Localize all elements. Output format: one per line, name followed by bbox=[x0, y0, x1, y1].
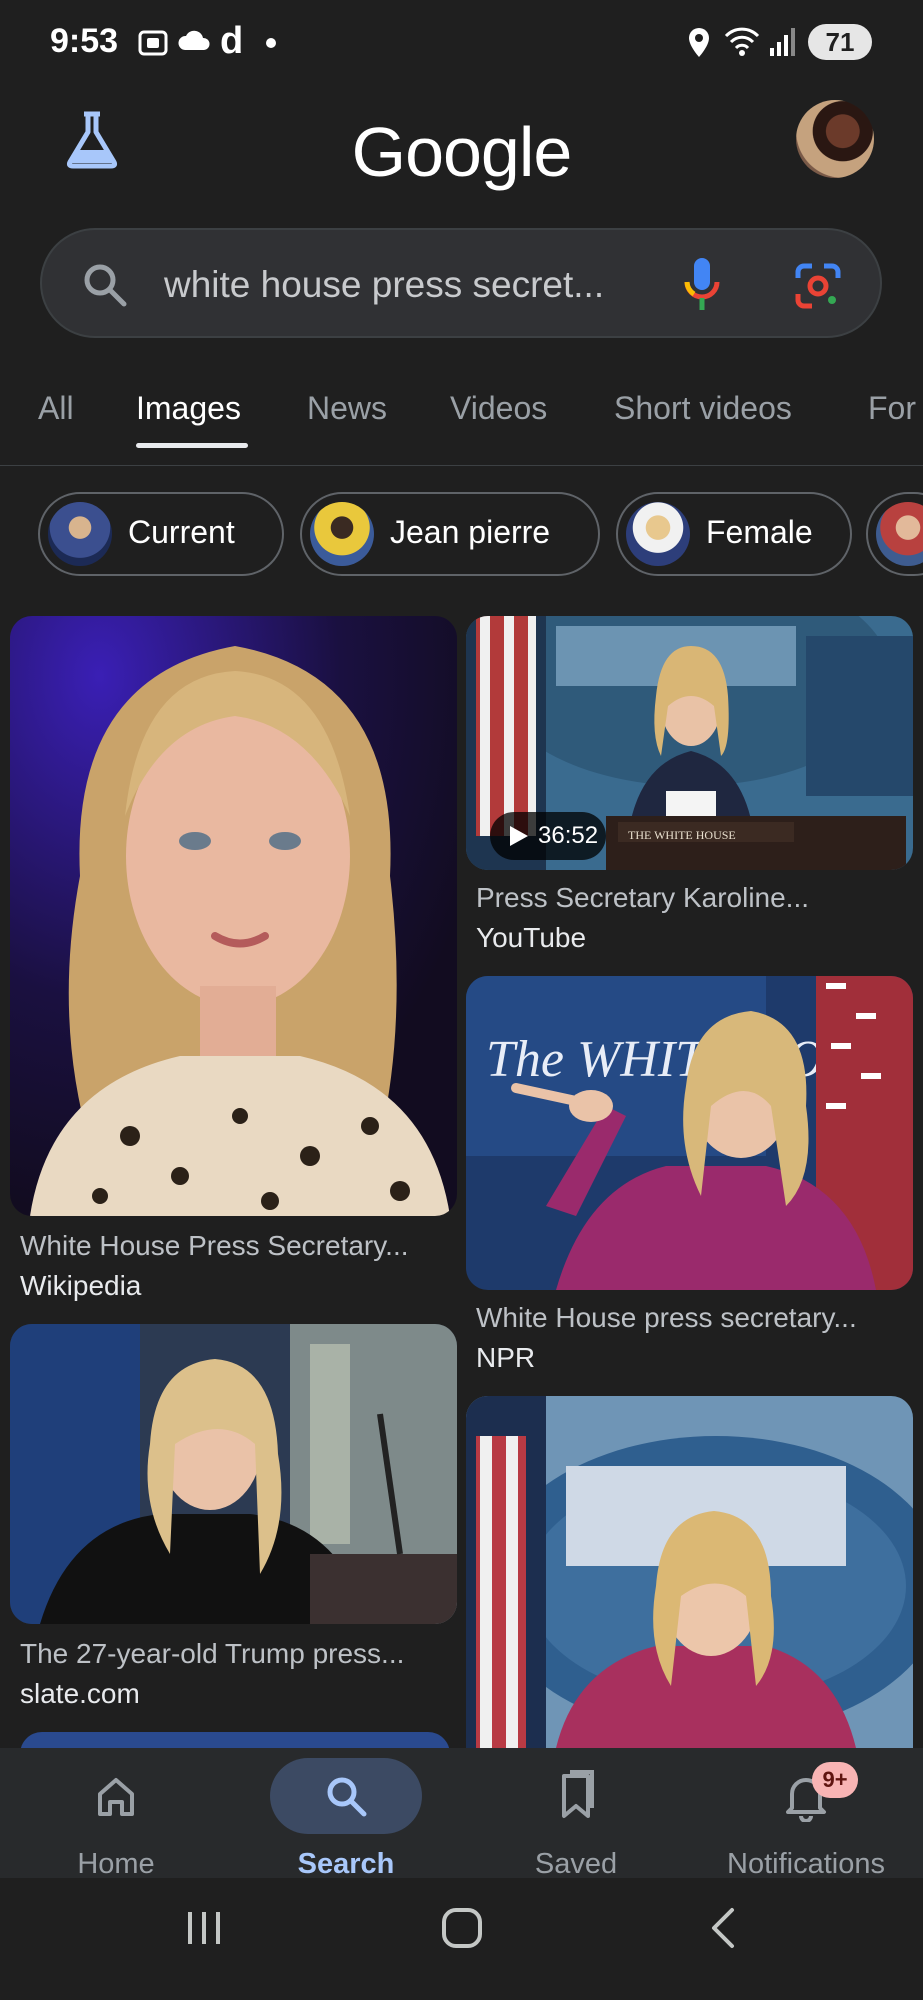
google-lens-icon[interactable] bbox=[794, 262, 842, 310]
tab-videos[interactable]: Videos bbox=[450, 390, 547, 427]
nav-notifications[interactable]: Notifications bbox=[706, 1748, 906, 1880]
result-1-title[interactable]: White House Press Secretary... bbox=[20, 1230, 409, 1262]
result-image-1[interactable] bbox=[10, 616, 457, 1216]
signal-icon bbox=[770, 28, 795, 56]
podium-photo bbox=[466, 1396, 913, 1748]
search-tabs: All Images News Videos Short videos For bbox=[0, 390, 923, 450]
portrait-photo bbox=[10, 616, 457, 1216]
chip-jean-pierre[interactable]: Jean pierre bbox=[300, 492, 600, 576]
tab-images[interactable]: Images bbox=[136, 390, 241, 427]
result-3-source[interactable]: NPR bbox=[476, 1342, 535, 1374]
nav-home[interactable]: Home bbox=[16, 1748, 216, 1880]
search-query[interactable]: white house press secret... bbox=[164, 264, 604, 306]
tab-forums[interactable]: For bbox=[868, 390, 916, 427]
nav-search[interactable]: Search bbox=[246, 1748, 446, 1880]
battery-level: 71 bbox=[825, 26, 855, 57]
chip-female-thumbnail bbox=[626, 502, 690, 566]
profile-photo bbox=[10, 1324, 457, 1624]
result-4-source[interactable]: slate.com bbox=[20, 1678, 140, 1710]
result-4-title[interactable]: The 27-year-old Trump press... bbox=[20, 1638, 404, 1670]
result-2-source[interactable]: YouTube bbox=[476, 922, 586, 954]
podium-sign-decoration: THE WHITE HOUSE bbox=[628, 828, 736, 842]
status-time: 9:53 bbox=[50, 22, 119, 60]
nav-saved-label: Saved bbox=[534, 1848, 618, 1880]
recent-apps-icon[interactable] bbox=[184, 1908, 224, 1948]
home-icon bbox=[98, 1778, 134, 1816]
search-icon bbox=[327, 1777, 367, 1817]
chip-jean-pierre-thumbnail bbox=[310, 502, 374, 566]
video-duration-badge: 36:52 bbox=[490, 812, 606, 860]
tabs-divider bbox=[0, 465, 923, 466]
chip-more-thumbnail bbox=[876, 502, 923, 566]
screenshot-icon bbox=[138, 30, 168, 56]
chip-current-thumbnail bbox=[48, 502, 112, 566]
chip-current[interactable]: Current bbox=[38, 492, 284, 576]
account-avatar[interactable] bbox=[796, 100, 874, 178]
battery-indicator: 71 bbox=[808, 24, 872, 60]
chip-more[interactable] bbox=[866, 492, 923, 576]
search-icon bbox=[84, 264, 127, 307]
result-image-5[interactable] bbox=[466, 1396, 913, 1748]
chip-female[interactable]: Female bbox=[616, 492, 852, 576]
system-navigation-bar bbox=[0, 1878, 923, 2000]
location-icon bbox=[689, 28, 709, 57]
result-2-title[interactable]: Press Secretary Karoline... bbox=[476, 882, 809, 914]
dot-icon bbox=[266, 38, 276, 48]
notification-badge: 9+ bbox=[812, 1762, 858, 1798]
video-duration: 36:52 bbox=[538, 822, 599, 849]
nav-home-label: Home bbox=[77, 1848, 155, 1880]
active-tab-indicator bbox=[136, 443, 248, 448]
nav-search-label: Search bbox=[297, 1848, 395, 1880]
tab-all[interactable]: All bbox=[38, 390, 74, 427]
google-logo: Google bbox=[351, 113, 573, 191]
nav-saved[interactable]: Saved bbox=[476, 1748, 676, 1880]
search-bar[interactable]: white house press secret... bbox=[40, 228, 882, 338]
back-icon[interactable] bbox=[706, 1906, 738, 1950]
cloud-icon bbox=[178, 30, 210, 50]
home-button-icon[interactable] bbox=[440, 1906, 484, 1950]
nav-notifications-label: Notifications bbox=[727, 1848, 885, 1880]
chip-jean-pierre-label: Jean pierre bbox=[390, 514, 551, 550]
play-icon bbox=[510, 826, 528, 846]
result-1-source[interactable]: Wikipedia bbox=[20, 1270, 141, 1302]
app-d-icon: d bbox=[220, 20, 244, 62]
result-image-4[interactable] bbox=[10, 1324, 457, 1624]
microphone-icon[interactable] bbox=[682, 256, 722, 314]
wifi-icon bbox=[724, 27, 760, 56]
chip-current-label: Current bbox=[128, 514, 235, 550]
briefing-photo: The WHITE HOUS bbox=[466, 976, 913, 1290]
chip-female-label: Female bbox=[706, 514, 813, 550]
bookmark-icon bbox=[562, 1770, 594, 1818]
tab-short-videos[interactable]: Short videos bbox=[614, 390, 792, 427]
result-3-title[interactable]: White House press secretary... bbox=[476, 1302, 857, 1334]
tab-news[interactable]: News bbox=[307, 390, 387, 427]
result-image-3[interactable]: The WHITE HOUS bbox=[466, 976, 913, 1290]
bottom-navigation: Home Search Saved Notifications bbox=[0, 1748, 923, 1880]
status-bar: 9:53 d 71 bbox=[0, 0, 923, 90]
